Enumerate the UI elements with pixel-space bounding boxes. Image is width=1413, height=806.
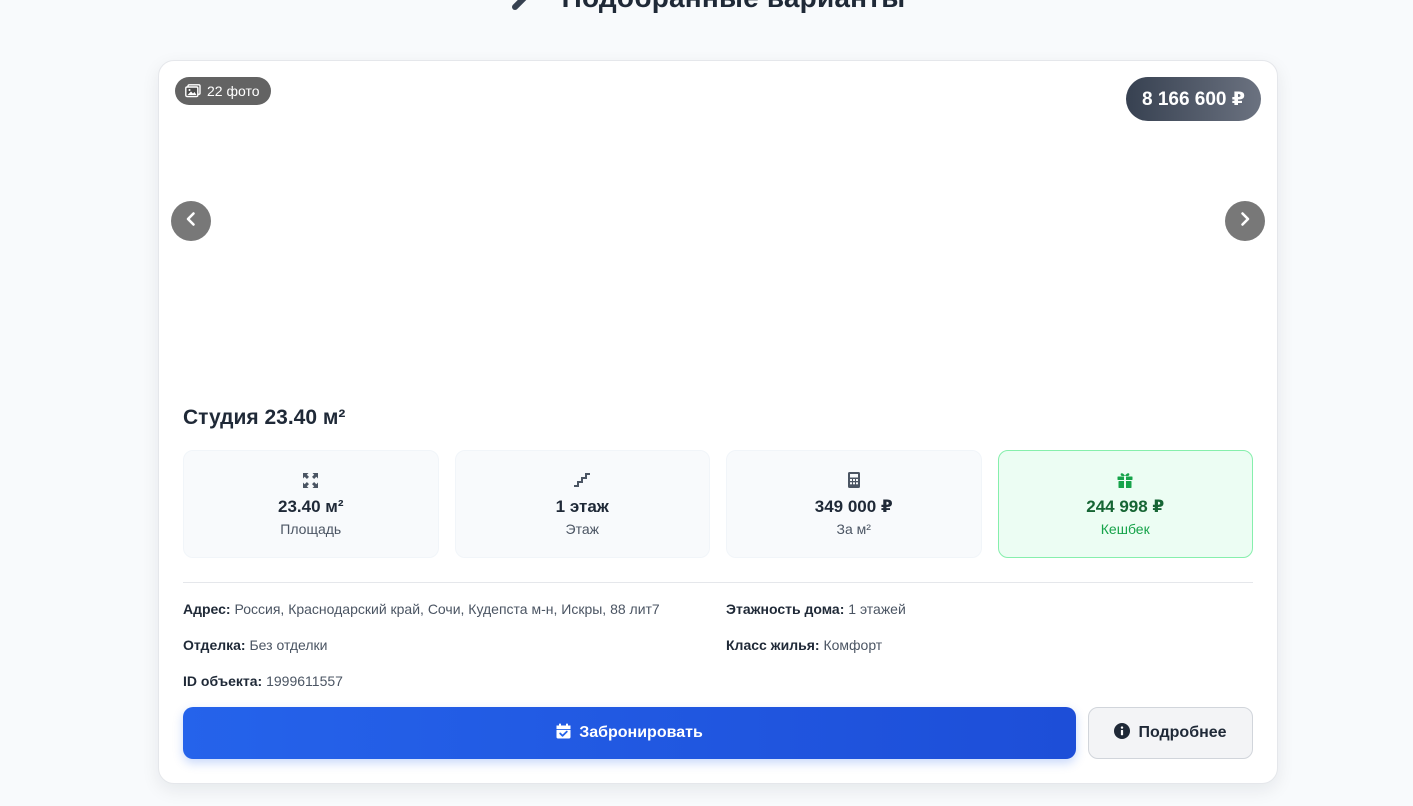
- divider: [183, 582, 1253, 583]
- stat-cashback-value: 244 998 ₽: [1086, 497, 1165, 516]
- photo-gallery[interactable]: 22 фото 8 166 600 ₽: [159, 61, 1277, 391]
- detail-object-id-label: ID объекта:: [183, 673, 263, 689]
- calendar-check-icon: [556, 723, 571, 744]
- detail-finish-label: Отделка:: [183, 637, 246, 653]
- book-button[interactable]: Забронировать: [183, 707, 1076, 759]
- stat-area-label: Площадь: [280, 521, 342, 537]
- stat-price-per-m2-value: 349 000 ₽: [814, 497, 893, 516]
- stat-price-per-m2-label: За м²: [836, 521, 871, 537]
- detail-address: Адрес: Россия, Краснодарский край, Сочи,…: [183, 601, 660, 617]
- details-button-label: Подробнее: [1138, 724, 1227, 741]
- detail-housing-class-label: Класс жилья:: [726, 637, 820, 653]
- detail-finish: Отделка: Без отделки: [183, 637, 328, 653]
- page-title: Подобранные варианты: [562, 0, 906, 14]
- book-button-label: Забронировать: [579, 724, 703, 741]
- gallery-next-button[interactable]: [1225, 201, 1265, 241]
- expand-icon: [303, 471, 319, 489]
- stat-area-value: 23.40 м²: [277, 497, 344, 516]
- detail-building-floors-value: 1 этажей: [848, 601, 906, 617]
- calculator-icon: [847, 471, 860, 489]
- photo-count-badge: 22 фото: [175, 77, 271, 105]
- detail-address-label: Адрес:: [183, 601, 231, 617]
- detail-address-value: Россия, Краснодарский край, Сочи, Кудепс…: [234, 601, 660, 617]
- gift-icon: [1117, 471, 1133, 489]
- stat-cashback: 244 998 ₽ Кешбек: [997, 450, 1253, 558]
- images-icon: [185, 84, 201, 98]
- stat-floor-label: Этаж: [565, 521, 599, 537]
- detail-object-id-value: 1999611557: [266, 673, 343, 689]
- gallery-prev-button[interactable]: [171, 201, 211, 241]
- key-icon: [508, 0, 544, 13]
- photo-count-label: 22 фото: [207, 83, 260, 99]
- detail-object-id: ID объекта: 1999611557: [183, 673, 343, 689]
- stat-floor-value: 1 этаж: [555, 497, 609, 516]
- info-circle-icon: [1114, 722, 1131, 744]
- detail-building-floors: Этажность дома: 1 этажей: [726, 601, 906, 617]
- price-badge: 8 166 600 ₽: [1125, 77, 1261, 121]
- chevron-right-icon: [1239, 211, 1251, 232]
- detail-finish-value: Без отделки: [249, 637, 328, 653]
- stat-cashback-label: Кешбек: [1100, 521, 1150, 537]
- detail-housing-class-value: Комфорт: [823, 637, 883, 653]
- stats-grid: 23.40 м² Площадь 1 этаж Этаж 349 000 ₽ З…: [183, 450, 1253, 558]
- stat-area: 23.40 м² Площадь: [183, 450, 439, 558]
- detail-housing-class: Класс жилья: Комфорт: [726, 637, 882, 653]
- chevron-left-icon: [185, 211, 197, 232]
- stairs-icon: [573, 471, 591, 489]
- page-header: Подобранные варианты: [0, 0, 1413, 14]
- listing-title: Студия 23.40 м²: [183, 406, 346, 429]
- detail-building-floors-label: Этажность дома:: [726, 601, 845, 617]
- stat-price-per-m2: 349 000 ₽ За м²: [726, 450, 982, 558]
- stat-floor: 1 этаж Этаж: [454, 450, 710, 558]
- details-button[interactable]: Подробнее: [1088, 707, 1253, 759]
- listing-card: 22 фото 8 166 600 ₽ Студия 23.40 м² 23.4…: [158, 60, 1278, 784]
